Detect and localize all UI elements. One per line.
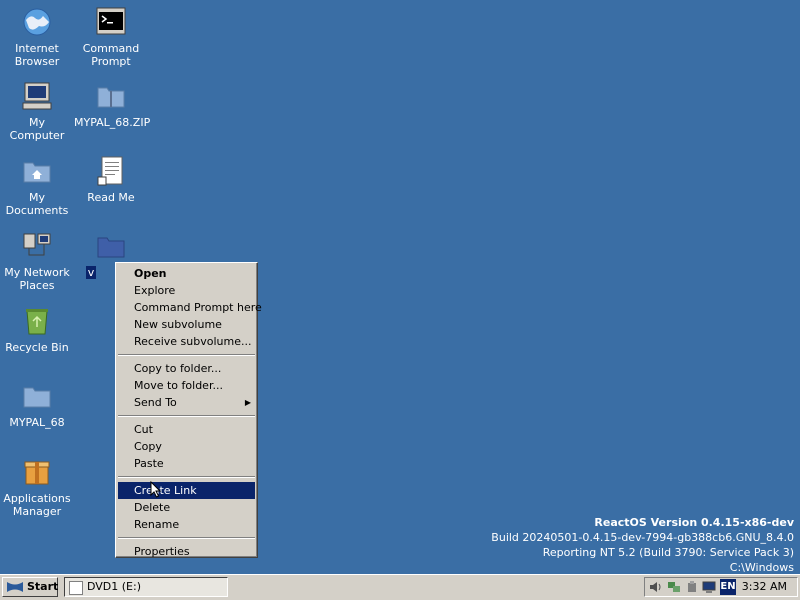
menu-item-open[interactable]: Open bbox=[118, 265, 255, 282]
console-icon bbox=[96, 7, 126, 35]
build-info: Build 20240501-0.4.15-dev-7994-gb388cb6.… bbox=[491, 531, 794, 544]
safely-remove-hardware-icon[interactable] bbox=[685, 580, 699, 594]
icon-label: My Network bbox=[4, 266, 70, 279]
menu-separator bbox=[118, 354, 255, 356]
taskbar-button-dvd1[interactable]: DVD1 (E:) bbox=[64, 577, 228, 597]
clock[interactable]: 3:32 AM bbox=[742, 578, 787, 596]
language-indicator[interactable]: EN bbox=[720, 579, 736, 595]
network-status-icon[interactable] bbox=[667, 580, 681, 594]
menu-separator bbox=[118, 476, 255, 478]
volume-icon[interactable] bbox=[649, 580, 663, 594]
version-title: ReactOS Version 0.4.15-x86-dev bbox=[594, 516, 794, 529]
icon-label: Browser bbox=[14, 55, 60, 68]
icon-label: Command bbox=[82, 42, 140, 55]
desktop-icon-internet-browser[interactable]: Internet Browser bbox=[0, 6, 74, 68]
menu-separator bbox=[118, 537, 255, 539]
icon-label: MYPAL_68.ZIP bbox=[74, 116, 151, 129]
start-label: Start bbox=[27, 580, 59, 593]
menu-item-receive-subvolume[interactable]: Receive subvolume... bbox=[118, 333, 255, 350]
folder-icon bbox=[97, 237, 125, 258]
menu-item-explore[interactable]: Explore bbox=[118, 282, 255, 299]
documents-folder-icon bbox=[23, 162, 51, 183]
window-icon bbox=[69, 581, 83, 595]
desktop-icon-mypal-folder[interactable]: MYPAL_68 bbox=[0, 380, 74, 429]
package-icon bbox=[24, 461, 50, 485]
computer-icon bbox=[22, 82, 52, 110]
icon-label: Prompt bbox=[91, 55, 131, 68]
desktop-icon-command-prompt[interactable]: Command Prompt bbox=[74, 6, 148, 68]
icon-label: Internet bbox=[15, 42, 59, 55]
icon-label: Documents bbox=[5, 204, 69, 217]
task-label: DVD1 (E:) bbox=[87, 580, 142, 593]
icon-label: MYPAL_68 bbox=[9, 416, 65, 429]
mouse-cursor-icon bbox=[150, 481, 162, 498]
menu-item-move-to-folder[interactable]: Move to folder... bbox=[118, 377, 255, 394]
menu-item-send-to[interactable]: Send To ▶ bbox=[118, 394, 255, 411]
start-button[interactable]: Start bbox=[2, 577, 58, 597]
display-icon[interactable] bbox=[702, 580, 716, 594]
menu-item-delete[interactable]: Delete bbox=[118, 499, 255, 516]
desktop-icon-applications-manager[interactable]: Applications Manager bbox=[0, 456, 74, 518]
menu-item-properties[interactable]: Properties bbox=[118, 543, 255, 560]
windows-path: C:\Windows bbox=[729, 561, 794, 574]
menu-item-new-subvolume[interactable]: New subvolume bbox=[118, 316, 255, 333]
menu-item-cut[interactable]: Cut bbox=[118, 421, 255, 438]
menu-item-create-link[interactable]: Create Link bbox=[118, 482, 255, 499]
icon-label: Computer bbox=[9, 129, 65, 142]
context-menu: Open Explore Command Prompt here New sub… bbox=[115, 262, 262, 560]
menu-item-copy[interactable]: Copy bbox=[118, 438, 255, 455]
nt-version: Reporting NT 5.2 (Build 3790: Service Pa… bbox=[542, 546, 794, 559]
desktop-icon-read-me[interactable]: Read Me bbox=[74, 155, 148, 204]
menu-separator bbox=[118, 415, 255, 417]
system-tray: EN 3:32 AM bbox=[644, 577, 798, 597]
icon-label: Places bbox=[19, 279, 55, 292]
reactos-logo-icon bbox=[7, 582, 23, 592]
network-icon bbox=[23, 233, 51, 256]
zip-folder-icon bbox=[97, 87, 125, 108]
desktop-icon-mypal-zip[interactable]: MYPAL_68.ZIP bbox=[74, 80, 151, 129]
icon-label: My bbox=[28, 191, 45, 204]
recycle-bin-icon bbox=[26, 309, 48, 335]
taskbar: Start DVD1 (E:) EN 3:32 AM bbox=[0, 574, 800, 600]
text-document-icon bbox=[97, 156, 123, 186]
menu-item-command-prompt-here[interactable]: Command Prompt here bbox=[118, 299, 262, 316]
send-to-label: Send To bbox=[134, 396, 177, 409]
menu-item-copy-to-folder[interactable]: Copy to folder... bbox=[118, 360, 255, 377]
icon-label: Read Me bbox=[87, 191, 135, 204]
desktop-icon-recycle-bin[interactable]: Recycle Bin bbox=[0, 305, 74, 354]
folder-icon bbox=[23, 387, 51, 408]
icon-label: Recycle Bin bbox=[5, 341, 69, 354]
version-info: ReactOS Version 0.4.15-x86-dev Build 202… bbox=[491, 515, 794, 575]
icon-label: Manager bbox=[12, 505, 62, 518]
icon-label: My bbox=[28, 116, 45, 129]
menu-item-rename[interactable]: Rename bbox=[118, 516, 255, 533]
desktop-icon-my-network-places[interactable]: My Network Places bbox=[0, 230, 74, 292]
menu-item-paste[interactable]: Paste bbox=[118, 455, 255, 472]
desktop-icon-my-computer[interactable]: My Computer bbox=[0, 80, 74, 142]
desktop-icon-my-documents[interactable]: My Documents bbox=[0, 155, 74, 217]
globe-icon bbox=[23, 8, 51, 36]
submenu-arrow-icon: ▶ bbox=[244, 398, 251, 407]
icon-label: v bbox=[85, 266, 97, 279]
icon-label: Applications bbox=[3, 492, 71, 505]
